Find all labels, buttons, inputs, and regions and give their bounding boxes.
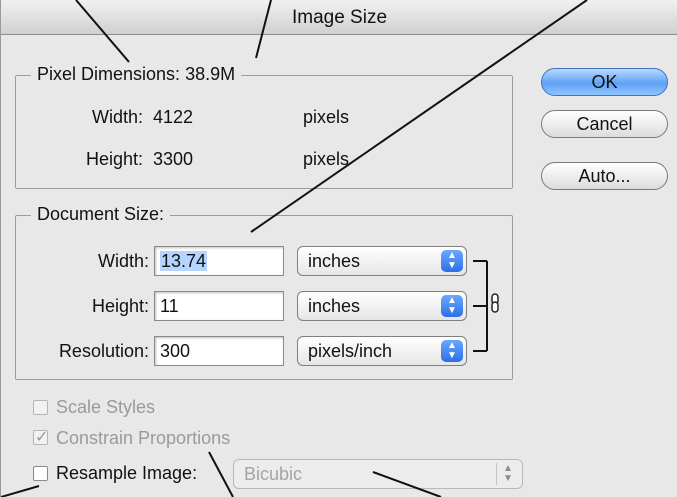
callout-lines (1, 0, 588, 497)
image-size-dialog: Image Size Pixel Dimensions: 38.9M Width… (0, 0, 677, 497)
